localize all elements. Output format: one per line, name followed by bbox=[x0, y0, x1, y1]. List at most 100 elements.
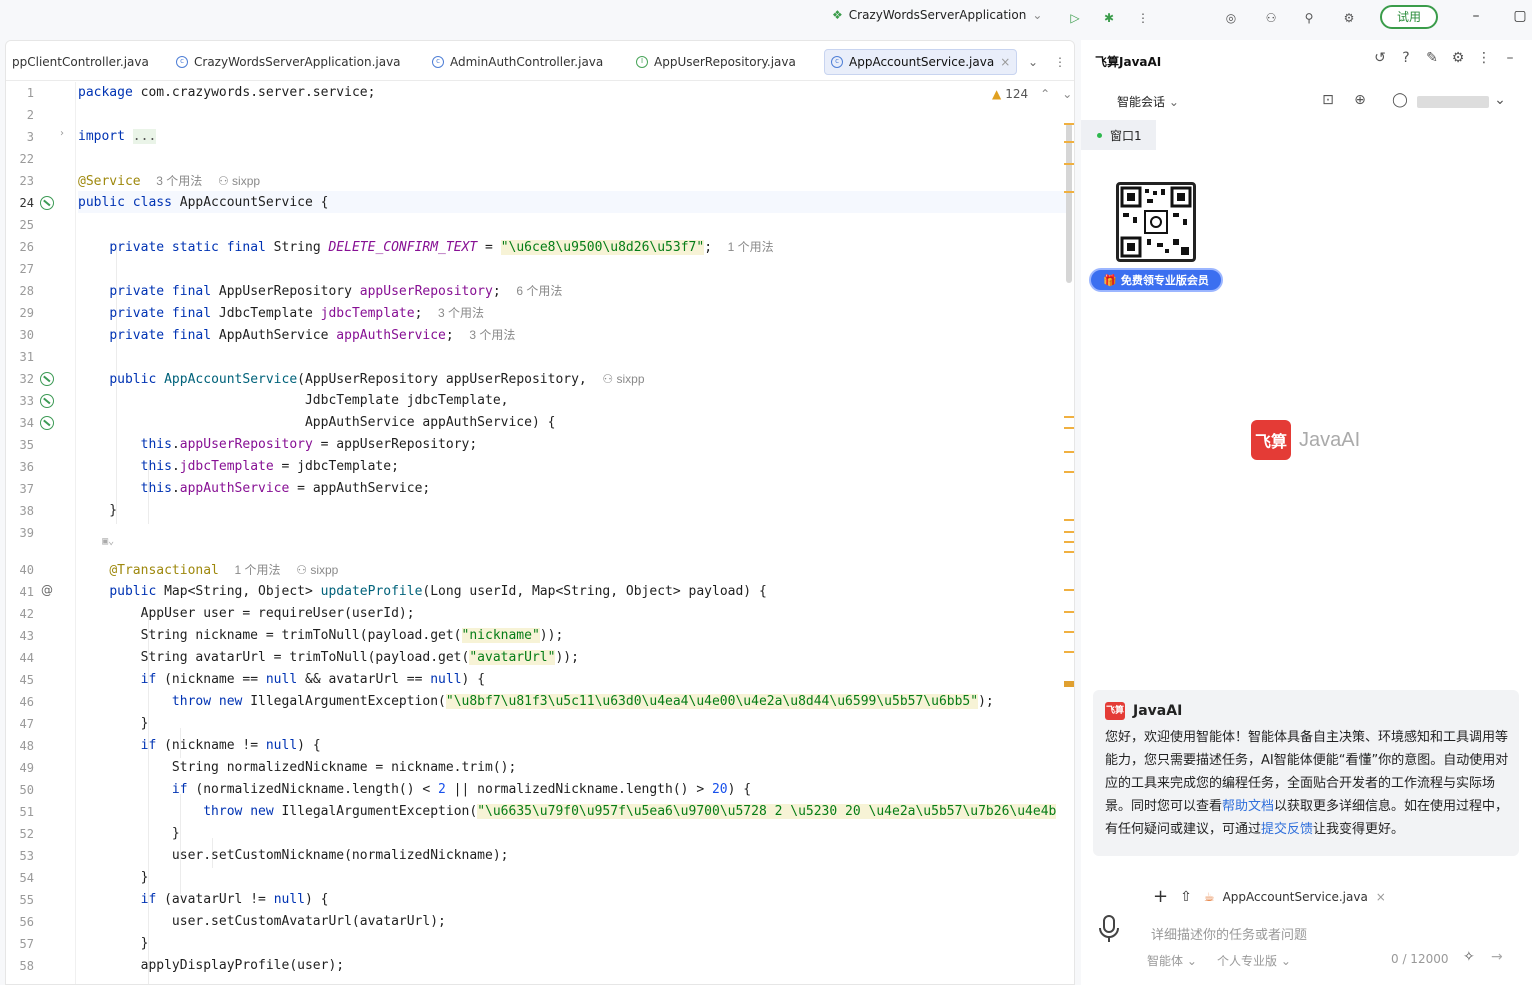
spring-bean-icon[interactable] bbox=[40, 394, 54, 408]
add-context-icon[interactable]: + bbox=[1153, 886, 1168, 907]
java-file-icon: ☕ bbox=[1203, 889, 1215, 904]
line-number: 39 bbox=[19, 526, 34, 540]
line-number: 47 bbox=[19, 717, 34, 731]
plan-selector[interactable]: 个人专业版 ⌄ bbox=[1217, 952, 1291, 969]
microphone-icon[interactable] bbox=[1097, 914, 1121, 944]
feedback-link[interactable]: 提交反馈 bbox=[1261, 822, 1313, 837]
line-number: 50 bbox=[19, 783, 34, 797]
class-icon: c bbox=[831, 56, 843, 68]
account-name-redacted bbox=[1417, 96, 1489, 108]
more-vertical-icon[interactable]: ⋮ bbox=[1048, 49, 1072, 75]
promo-label: 免费领专业版会员 bbox=[1120, 274, 1209, 287]
line-number: 54 bbox=[19, 871, 34, 885]
line-number: 56 bbox=[19, 915, 34, 929]
line-number: 46 bbox=[19, 695, 34, 709]
tab-label: AppUserRepository.java bbox=[654, 55, 796, 69]
attached-file-chip[interactable]: ☕ AppAccountService.java × bbox=[1204, 890, 1386, 904]
line-number: 43 bbox=[19, 629, 34, 643]
close-icon[interactable]: × bbox=[1000, 55, 1010, 69]
minimize-icon[interactable]: – bbox=[1501, 50, 1519, 68]
help-docs-link[interactable]: 帮助文档 bbox=[1222, 799, 1274, 814]
more-vertical-icon[interactable]: ⋮ bbox=[1132, 7, 1154, 29]
spring-bean-icon[interactable] bbox=[40, 196, 54, 210]
line-number: 23 bbox=[19, 174, 34, 188]
history-icon[interactable]: ↺ bbox=[1371, 50, 1389, 68]
maximize-icon[interactable]: ▢ bbox=[1510, 8, 1530, 28]
debug-icon[interactable]: ✱ bbox=[1098, 7, 1120, 29]
add-user-icon[interactable]: ⚇ bbox=[1260, 7, 1282, 29]
assistant-message: 飞算 JavaAI 您好，欢迎使用智能体！智能体具备自主决策、环境感知和工具调用… bbox=[1093, 690, 1519, 856]
title-bar: ❖ CrazyWordsServerApplication ⌄ ▷ ✱ ⋮ ◎ … bbox=[0, 0, 1532, 36]
fold-arrow-icon[interactable]: › bbox=[60, 128, 64, 139]
upload-icon[interactable]: ⇧ bbox=[1180, 889, 1192, 905]
tabs-dropdown-icon[interactable]: ⌄ bbox=[1022, 49, 1044, 75]
line-number: 25 bbox=[19, 218, 34, 232]
line-number: 34 bbox=[19, 416, 34, 430]
attached-file-name: AppAccountService.java bbox=[1222, 889, 1368, 904]
run-icon[interactable]: ▷ bbox=[1064, 7, 1086, 29]
message-sender: JavaAI bbox=[1133, 703, 1183, 719]
spring-bean-icon[interactable] bbox=[40, 416, 54, 430]
line-number: 30 bbox=[19, 328, 34, 342]
line-number: 3 bbox=[26, 130, 34, 144]
add-icon[interactable]: ⊕ bbox=[1351, 92, 1369, 110]
line-number: 41 bbox=[19, 585, 34, 599]
tab-app-account-service[interactable]: c AppAccountService.java × bbox=[824, 49, 1018, 75]
line-number: 33 bbox=[19, 394, 34, 408]
at-sign-icon[interactable]: @ bbox=[41, 583, 53, 597]
line-number: 26 bbox=[19, 240, 34, 254]
line-number: 53 bbox=[19, 849, 34, 863]
gift-icon: 🎁 bbox=[1103, 273, 1117, 287]
session-label: 智能会话 bbox=[1117, 95, 1166, 109]
tab-app-user-repository[interactable]: I AppUserRepository.java bbox=[630, 49, 802, 75]
tab-label: AppAccountService.java bbox=[849, 55, 995, 69]
trial-button[interactable]: 试用 bbox=[1380, 5, 1438, 29]
tab-admin-auth-controller[interactable]: c AdminAuthController.java bbox=[426, 49, 609, 75]
line-number: 31 bbox=[19, 350, 34, 364]
ai-assistant-icon[interactable]: ◎ bbox=[1220, 7, 1242, 29]
vertical-scrollbar[interactable] bbox=[1066, 123, 1072, 283]
tab-label: AdminAuthController.java bbox=[450, 55, 604, 69]
help-icon[interactable]: ? bbox=[1397, 50, 1415, 68]
gear-icon[interactable]: ⚙ bbox=[1449, 50, 1467, 68]
new-window-icon[interactable]: ⊡ bbox=[1319, 92, 1337, 110]
line-number: 52 bbox=[19, 827, 34, 841]
promo-button[interactable]: 🎁 免费领专业版会员 bbox=[1089, 268, 1223, 292]
magic-wand-icon[interactable]: ✧ bbox=[1463, 949, 1475, 965]
gear-icon[interactable]: ⚙ bbox=[1338, 7, 1360, 29]
send-icon[interactable]: → bbox=[1491, 949, 1503, 965]
tab-label: ppClientController.java bbox=[12, 55, 149, 69]
chat-input[interactable]: 详细描述你的任务或者问题 bbox=[1151, 924, 1307, 943]
close-icon[interactable]: × bbox=[1376, 890, 1386, 904]
code-editor: ppClientController.java c CrazyWordsServ… bbox=[5, 40, 1075, 985]
window-tab[interactable]: 窗口1 bbox=[1081, 120, 1156, 150]
minimize-icon[interactable]: – bbox=[1466, 8, 1486, 28]
tab-label: CrazyWordsServerApplication.java bbox=[194, 55, 401, 69]
chevron-down-icon: ⌄ bbox=[1168, 95, 1179, 109]
chevron-down-icon[interactable]: ⌄ bbox=[1491, 92, 1509, 110]
javaai-logo: 飞算 JavaAI bbox=[1251, 420, 1360, 460]
spring-bean-icon[interactable] bbox=[40, 372, 54, 386]
code-area[interactable]: package com.crazywords.server.service; i… bbox=[78, 82, 1066, 984]
line-number: 40 bbox=[19, 563, 34, 577]
chat-composer: + ⇧ ☕ AppAccountService.java × 详细描述你的任务或… bbox=[1081, 870, 1532, 985]
line-number: 1 bbox=[26, 86, 34, 100]
tab-client-controller[interactable]: ppClientController.java bbox=[6, 49, 155, 75]
tab-application[interactable]: c CrazyWordsServerApplication.java bbox=[170, 49, 407, 75]
line-number: 48 bbox=[19, 739, 34, 753]
search-icon[interactable]: ⚲ bbox=[1298, 7, 1320, 29]
more-vertical-icon[interactable]: ⋮ bbox=[1475, 50, 1493, 68]
run-configuration-selector[interactable]: ❖ CrazyWordsServerApplication ⌄ bbox=[832, 8, 1042, 22]
spring-class-icon: c bbox=[176, 56, 188, 68]
line-number: 24 bbox=[19, 196, 34, 210]
line-number: 2 bbox=[26, 108, 34, 122]
line-number: 45 bbox=[19, 673, 34, 687]
line-number: 32 bbox=[19, 372, 34, 386]
avatar-icon[interactable]: ◯ bbox=[1391, 92, 1409, 110]
logo-mark: 飞算 bbox=[1251, 420, 1291, 460]
session-selector[interactable]: 智能会话 ⌄ bbox=[1117, 93, 1179, 110]
mode-selector[interactable]: 智能体 ⌄ bbox=[1147, 952, 1197, 969]
ai-assistant-panel: 飞算 JavaAI ↺ ? ✎ ⚙ ⋮ – 智能会话 ⌄ ⊡ ⊕ ◯ ⌄ 窗口1 bbox=[1081, 40, 1532, 985]
edit-icon[interactable]: ✎ bbox=[1423, 50, 1441, 68]
line-number: 36 bbox=[19, 460, 34, 474]
